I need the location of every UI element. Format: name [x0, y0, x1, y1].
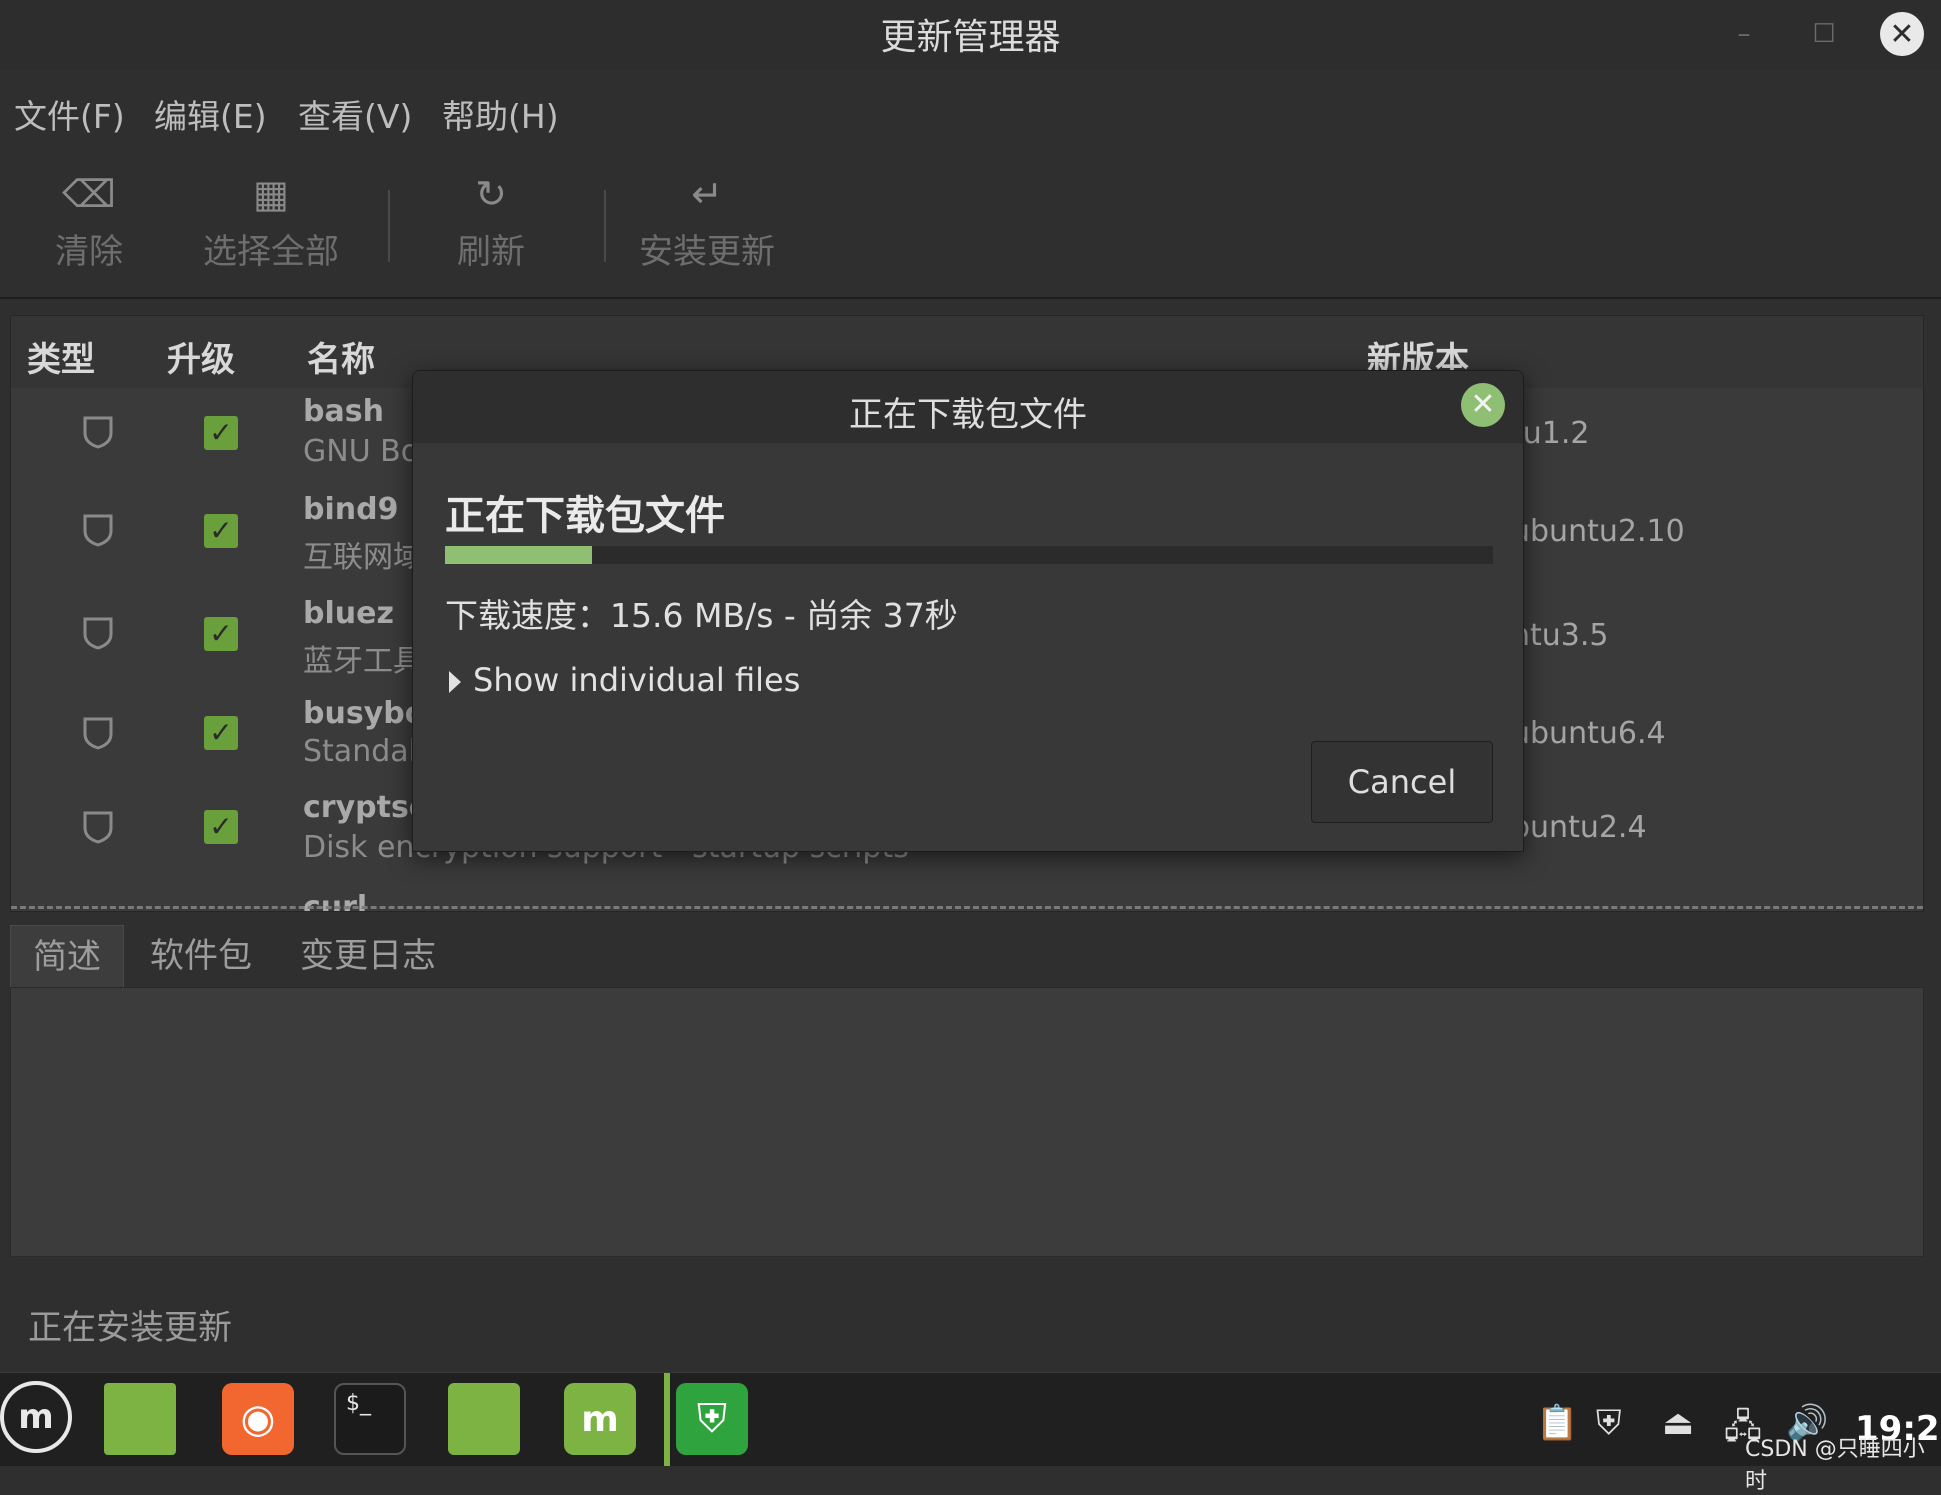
detail-tabs: 简述 软件包 变更日志	[10, 925, 1922, 988]
refresh-label: 刷新	[457, 232, 525, 272]
toolbar: ⌫ 清除 ▦ 选择全部 ↻ 刷新 ↵ 安装更新	[0, 152, 1941, 299]
upgrade-checkbox[interactable]: ✓	[204, 810, 238, 844]
package-version: buntu2.4	[1511, 810, 1647, 845]
toolbar-separator	[388, 190, 390, 262]
watermark-text: CSDN @只睡四小时	[1745, 1437, 1925, 1494]
show-files-expander[interactable]: Show individual files	[449, 661, 800, 699]
close-button[interactable]: ✕	[1880, 12, 1924, 56]
clear-button[interactable]: ⌫ 清除	[4, 152, 174, 292]
select-all-icon: ▦	[253, 172, 289, 216]
upgrade-checkbox[interactable]: ✓	[204, 514, 238, 548]
clear-label: 清除	[55, 232, 123, 272]
select-all-label: 选择全部	[203, 232, 339, 272]
upgrade-checkbox[interactable]: ✓	[204, 617, 238, 651]
shield-icon	[83, 416, 113, 449]
download-speed-text: 下载速度：15.6 MB/s - 尚余 37秒	[445, 596, 958, 635]
menu-edit[interactable]: 编辑(E)	[154, 90, 267, 138]
package-name: busybo	[303, 696, 426, 731]
menu-file[interactable]: 文件(F)	[14, 90, 125, 138]
tab-packages[interactable]: 软件包	[128, 925, 274, 987]
status-text: 正在安装更新	[28, 1308, 232, 1348]
select-all-button[interactable]: ▦ 选择全部	[186, 152, 356, 292]
package-description: Standal	[303, 734, 417, 769]
package-name: bind9	[303, 492, 399, 527]
terminal-icon[interactable]: $_	[334, 1383, 406, 1455]
package-version: ubuntu6.4	[1511, 716, 1666, 751]
menu-view[interactable]: 查看(V)	[298, 90, 412, 138]
backspace-icon: ⌫	[62, 172, 116, 216]
upgrade-checkbox[interactable]: ✓	[204, 716, 238, 750]
shield-icon	[83, 811, 113, 844]
drive-icon[interactable]: ⏏	[1662, 1403, 1694, 1443]
refresh-button[interactable]: ↻ 刷新	[406, 152, 576, 292]
show-desktop-icon[interactable]	[104, 1383, 176, 1455]
download-progress-bar	[445, 546, 1493, 564]
tab-panel	[10, 987, 1924, 1257]
shield-icon	[83, 617, 113, 650]
package-version: ntu3.5	[1511, 618, 1609, 653]
install-label: 安装更新	[639, 232, 775, 272]
active-window-indicator	[664, 1373, 670, 1466]
window-title: 更新管理器	[880, 17, 1061, 58]
tab-changelog[interactable]: 变更日志	[278, 925, 458, 987]
header-type[interactable]: 类型	[27, 332, 95, 381]
menu-bar: 文件(F) 编辑(E) 查看(V) 帮助(H)	[0, 70, 1941, 152]
expander-arrow-icon	[449, 671, 461, 693]
shield-tray-icon[interactable]: ⛨	[1596, 1403, 1622, 1443]
software-manager-icon[interactable]: m	[564, 1383, 636, 1455]
maximize-button[interactable]: ☐	[1802, 12, 1846, 56]
dialog-heading: 正在下载包文件	[445, 493, 725, 539]
install-return-icon: ↵	[691, 172, 723, 216]
mint-menu-icon[interactable]: m	[0, 1381, 72, 1453]
dialog-close-button[interactable]: ✕	[1461, 383, 1505, 427]
package-name: bluez	[303, 596, 394, 631]
package-version: ubuntu2.10	[1511, 514, 1685, 549]
taskbar: m ◉ $_ m ⛨ 📋 ⛨ ⏏ 🖧 🔊 19:29 CSDN @只睡四小时	[0, 1372, 1941, 1494]
drop-indicator	[11, 906, 1923, 909]
install-updates-button[interactable]: ↵ 安装更新	[622, 152, 792, 292]
package-name: bash	[303, 394, 384, 429]
toolbar-separator	[604, 190, 606, 262]
package-description: 蓝牙工具	[303, 644, 423, 679]
minimize-button[interactable]: –	[1722, 12, 1766, 56]
dialog-titlebar: 正在下载包文件 ✕	[413, 371, 1523, 443]
package-description: 互联网域	[303, 540, 423, 575]
window-titlebar: 更新管理器 – ☐ ✕	[0, 0, 1941, 70]
dialog-title: 正在下载包文件	[849, 395, 1087, 435]
update-manager-shield-icon[interactable]: ⛨	[676, 1383, 748, 1455]
header-name[interactable]: 名称	[307, 332, 375, 381]
package-name: cryptse	[303, 790, 430, 825]
firefox-icon[interactable]: ◉	[222, 1383, 294, 1455]
refresh-icon: ↻	[475, 172, 507, 216]
menu-help[interactable]: 帮助(H)	[442, 90, 559, 138]
download-dialog: 正在下载包文件 ✕ 正在下载包文件 下载速度：15.6 MB/s - 尚余 37…	[412, 370, 1524, 852]
download-progress-fill	[445, 546, 592, 564]
cancel-button[interactable]: Cancel	[1311, 741, 1493, 823]
expander-label: Show individual files	[473, 661, 801, 699]
files-icon[interactable]	[448, 1383, 520, 1455]
package-description: GNU Bo	[303, 434, 420, 469]
clipboard-icon[interactable]: 📋	[1536, 1403, 1578, 1443]
tab-summary[interactable]: 简述	[10, 925, 124, 988]
shield-icon	[83, 514, 113, 547]
shield-icon	[83, 717, 113, 750]
header-upgrade[interactable]: 升级	[167, 332, 235, 381]
upgrade-checkbox[interactable]: ✓	[204, 416, 238, 450]
